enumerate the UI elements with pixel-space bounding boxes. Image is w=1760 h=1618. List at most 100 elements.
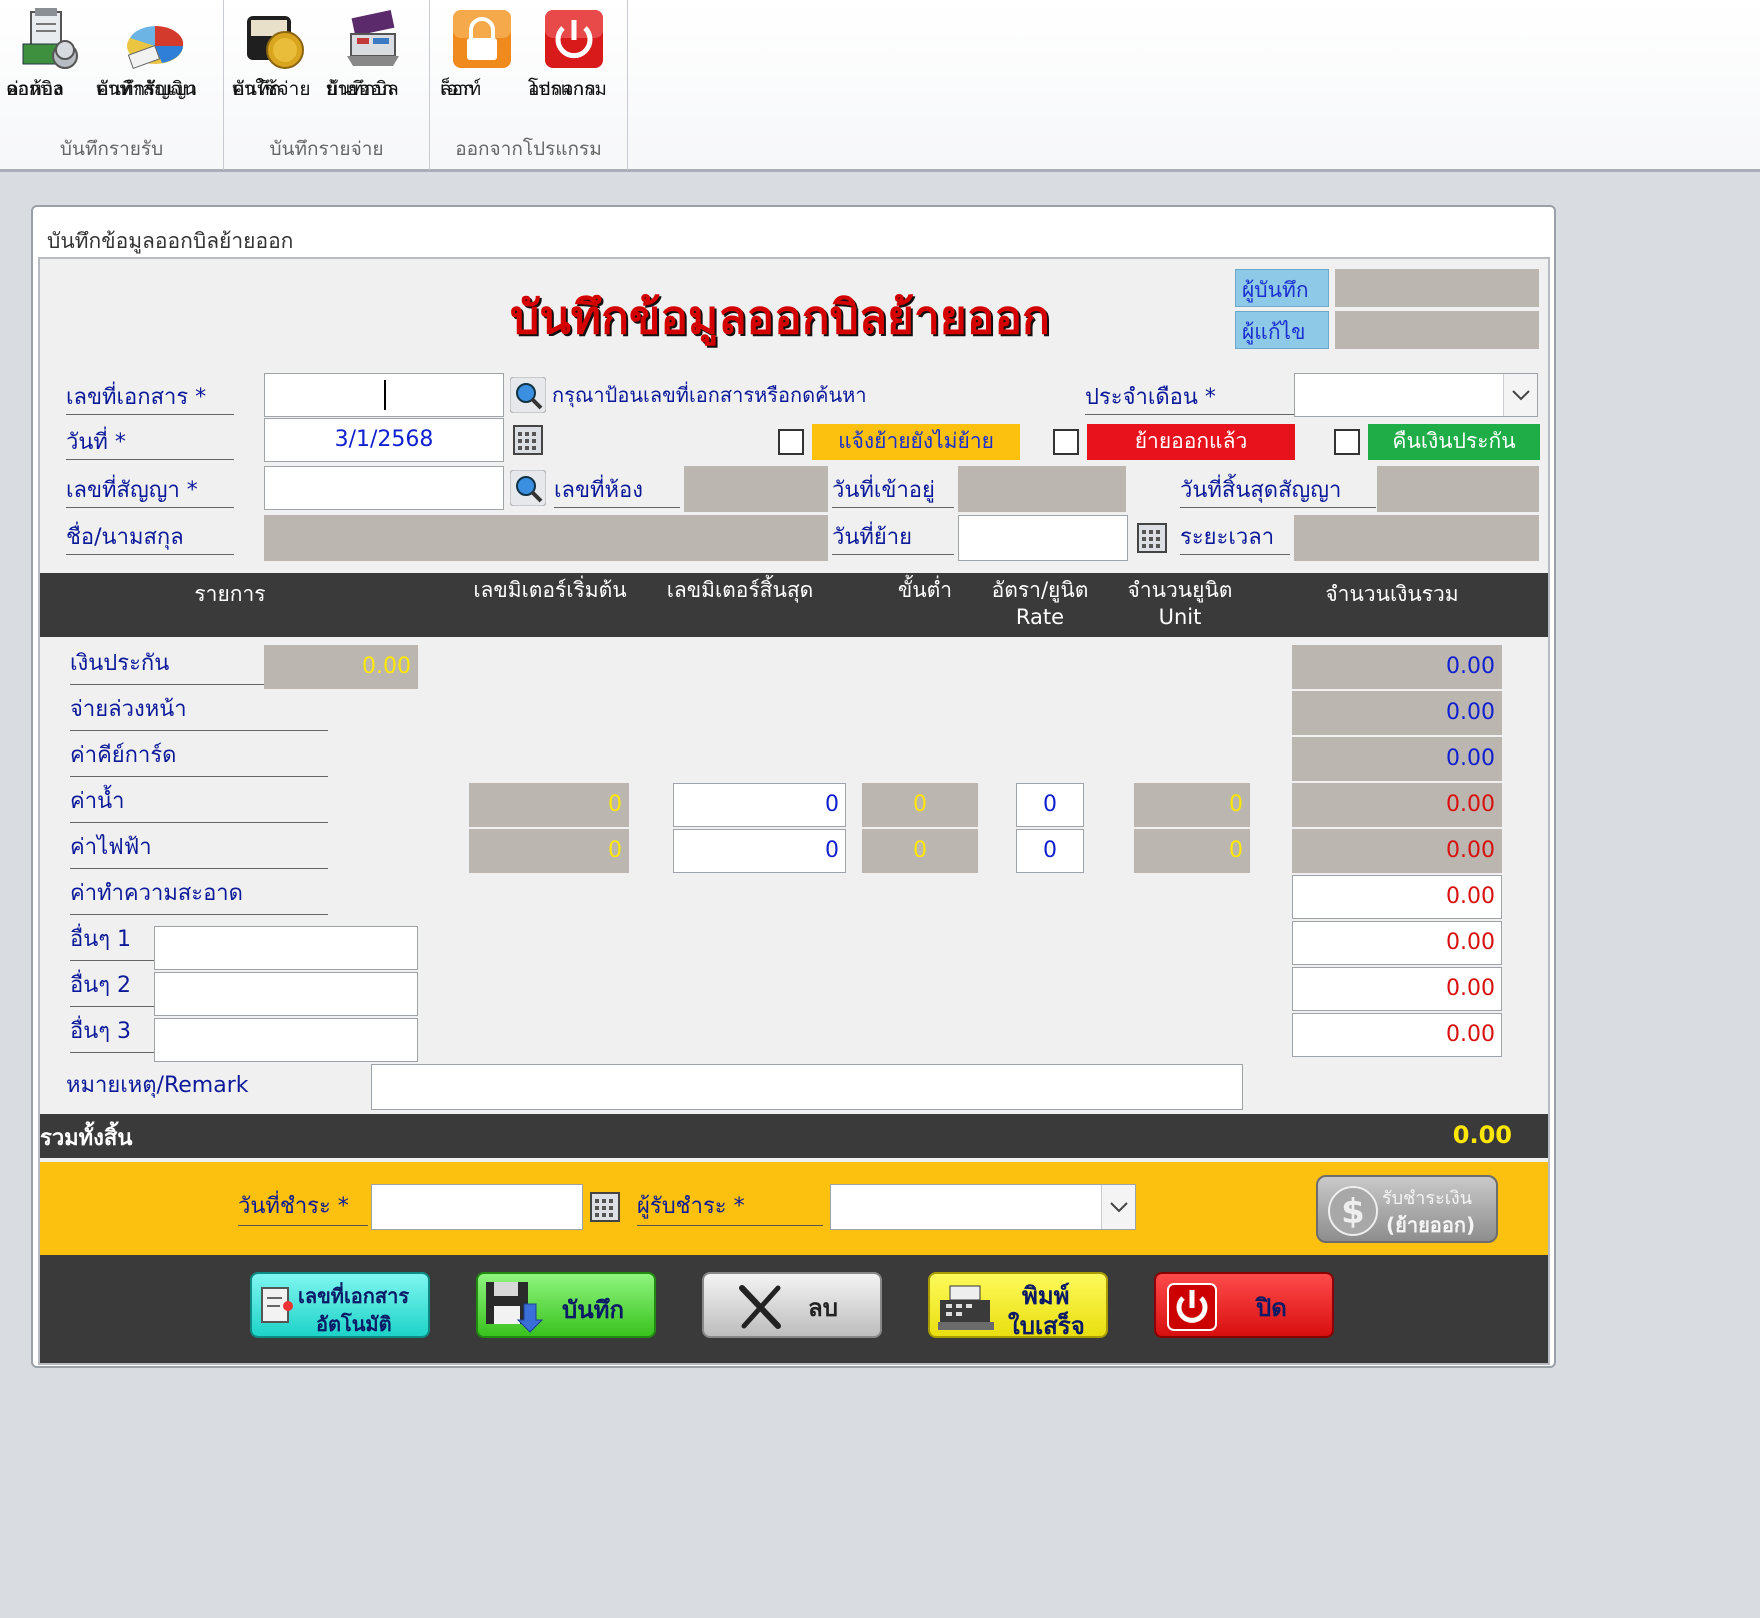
month-label: ประจำเดือน * [1085,379,1295,415]
electricity-units: 0 [1134,829,1250,873]
status-refund-badge: คืนเงินประกัน [1368,424,1540,460]
other2-amount-input[interactable]: 0.00 [1292,967,1502,1011]
header-units: จำนวนยูนิต [1127,578,1233,602]
moveout-date-input[interactable] [958,515,1128,561]
payment-calendar-icon[interactable] [587,1189,623,1225]
auto-doc-number-button[interactable]: เลขที่เอกสาร อัตโนมัติ [250,1272,430,1338]
cleaning-amount-input[interactable]: 0.00 [1292,875,1502,919]
logout-button[interactable]: ล็อก เอาท์ [440,6,524,100]
doc-hint: กรุณาป้อนเลขที่เอกสารหรือกดค้นหา [552,383,867,407]
other3-amount-input[interactable]: 0.00 [1292,1013,1502,1057]
form-body: บันทึกข้อมูลออกบิลย้ายออก ผู้บันทึก ผู้แ… [38,257,1550,1365]
save-button[interactable]: บันทึก [476,1272,656,1338]
room-value [684,466,828,512]
action-bar: เลขที่เอกสาร อัตโนมัติ บันทึก ลบ พิมพ์ ใ… [40,1255,1548,1363]
receive-payment-button[interactable]: $ รับชำระเงิน (ย้ายออก) [1316,1175,1498,1243]
status-moved-checkbox[interactable] [1053,429,1079,455]
power-icon [1166,1282,1218,1332]
electricity-rate-input[interactable]: 0 [1016,829,1084,873]
contract-search-icon[interactable] [509,469,547,507]
contract-end-label: วันที่สิ้นสุดสัญญา [1180,472,1376,508]
moveout-calendar-icon[interactable] [1134,520,1170,556]
window-caption: บันทึกข้อมูลออกบิลย้ายออก [47,229,294,253]
document-icon [258,1284,298,1330]
lock-icon [449,6,515,76]
row-keycard-label: ค่าคีย์การ์ด [70,737,328,777]
exit-program-label-2: โปรแกรม [528,78,607,100]
row-advance-label: จ่ายล่วงหน้า [70,691,328,731]
floppy-save-icon [484,1280,544,1334]
chevron-down-icon [1503,374,1537,416]
header-rate: อัตรา/ยูนิต [991,578,1089,602]
receiver-select[interactable] [830,1184,1136,1230]
chevron-down-icon [1101,1185,1135,1229]
delete-button[interactable]: ลบ [702,1272,882,1338]
ribbon-group-exit: ล็อก เอาท์ ออกจาก โปรแกรม ออกจากโปรแกรม [430,0,628,170]
contract-label: เลขที่สัญญา * [66,472,234,508]
payment-date-input[interactable] [371,1184,583,1230]
table-header: รายการ เลขมิเตอร์เริ่มต้น เลขมิเตอร์สิ้น… [40,573,1548,637]
exit-program-button[interactable]: ออกจาก โปรแกรม [528,6,620,100]
print-label-2: ใบเสร็จ [1008,1312,1085,1340]
deposit-amount: 0.00 [1292,645,1502,689]
payment-date-label: วันที่ชำระ * [238,1188,368,1226]
room-label: เลขที่ห้อง [554,472,680,508]
record-expense-label-2: ค่าใช้จ่าย [232,78,311,100]
editor-value [1335,311,1539,349]
contract-receipt-button[interactable]: บันทึกรับเงิน ค่าทำสัญญา [96,6,214,100]
doc-search-icon[interactable] [509,376,547,414]
month-select[interactable] [1294,373,1538,417]
print-receipt-button[interactable]: พิมพ์ ใบเสร็จ [928,1272,1108,1340]
status-pending-checkbox[interactable] [778,429,804,455]
svg-text:$: $ [1341,1192,1365,1232]
header-meter-start: เลขมิเตอร์เริ่มต้น [473,578,627,602]
receive-payment-label: รับชำระเงิน [1382,1188,1472,1209]
water-amount: 0.00 [1292,783,1502,827]
total-value: 0.00 [1452,1121,1512,1149]
remark-label: หมายเหตุ/Remark [66,1073,249,1098]
bill-room-button[interactable]: ออกบิล ค่าห้อง [6,6,94,100]
movein-label: วันที่เข้าอยู่ [832,472,954,508]
row-cleaning-label: ค่าทำความสะอาด [70,875,328,915]
pie-chart-icon [122,6,188,76]
status-refund-checkbox[interactable] [1334,429,1360,455]
water-rate-input[interactable]: 0 [1016,783,1084,827]
recorder-value [1335,269,1539,307]
water-meter-start: 0 [469,783,629,827]
water-units: 0 [1134,783,1250,827]
doc-no-label: เลขที่เอกสาร * [66,379,234,415]
moveout-date-label: วันที่ย้าย [832,519,954,555]
moveout-bill-button[interactable]: บันทึกบิล ย้ายออก [326,6,422,100]
other1-amount-input[interactable]: 0.00 [1292,921,1502,965]
electricity-meter-end-input[interactable]: 0 [673,829,846,873]
ribbon-group-expense: บันทึก ค่าใช้จ่าย บันทึกบิล ย้ายออก บันท… [224,0,430,170]
total-band: รวมทั้งสิ้น 0.00 [40,1114,1548,1158]
moveout-bill-label-2: ย้ายออก [326,78,394,100]
header-total: จำนวนเงินรวม [1325,582,1459,606]
duration-value [1294,515,1539,561]
ribbon-toolbar: ออกบิล ค่าห้อง บันทึกรับเงิน ค่าทำสัญญา … [0,0,1760,172]
record-expense-button[interactable]: บันทึก ค่าใช้จ่าย [232,6,320,100]
electricity-minimum: 0 [862,829,978,873]
date-input[interactable]: 3/1/2568 [264,418,504,462]
ribbon-group-income: ออกบิล ค่าห้อง บันทึกรับเงิน ค่าทำสัญญา … [0,0,224,170]
cash-register-icon [341,6,407,76]
other2-description-input[interactable] [154,972,418,1016]
power-icon [541,6,607,76]
other3-description-input[interactable] [154,1018,418,1062]
cash-register-icon [936,1284,998,1332]
row-electricity-label: ค่าไฟฟ้า [70,829,328,869]
date-calendar-icon[interactable] [510,422,546,458]
doc-no-input[interactable] [264,373,504,417]
water-minimum: 0 [862,783,978,827]
other1-description-input[interactable] [154,926,418,970]
row-water-label: ค่าน้ำ [70,783,328,823]
close-button[interactable]: ปิด [1154,1272,1334,1338]
close-label: ปิด [1256,1294,1287,1322]
remark-input[interactable] [371,1064,1243,1110]
header-meter-end: เลขมิเตอร์สิ้นสุด [666,578,814,602]
status-pending-badge: แจ้งย้ายยังไม่ย้าย [812,424,1020,460]
name-value [264,515,828,561]
water-meter-end-input[interactable]: 0 [673,783,846,827]
contract-input[interactable] [264,466,504,510]
